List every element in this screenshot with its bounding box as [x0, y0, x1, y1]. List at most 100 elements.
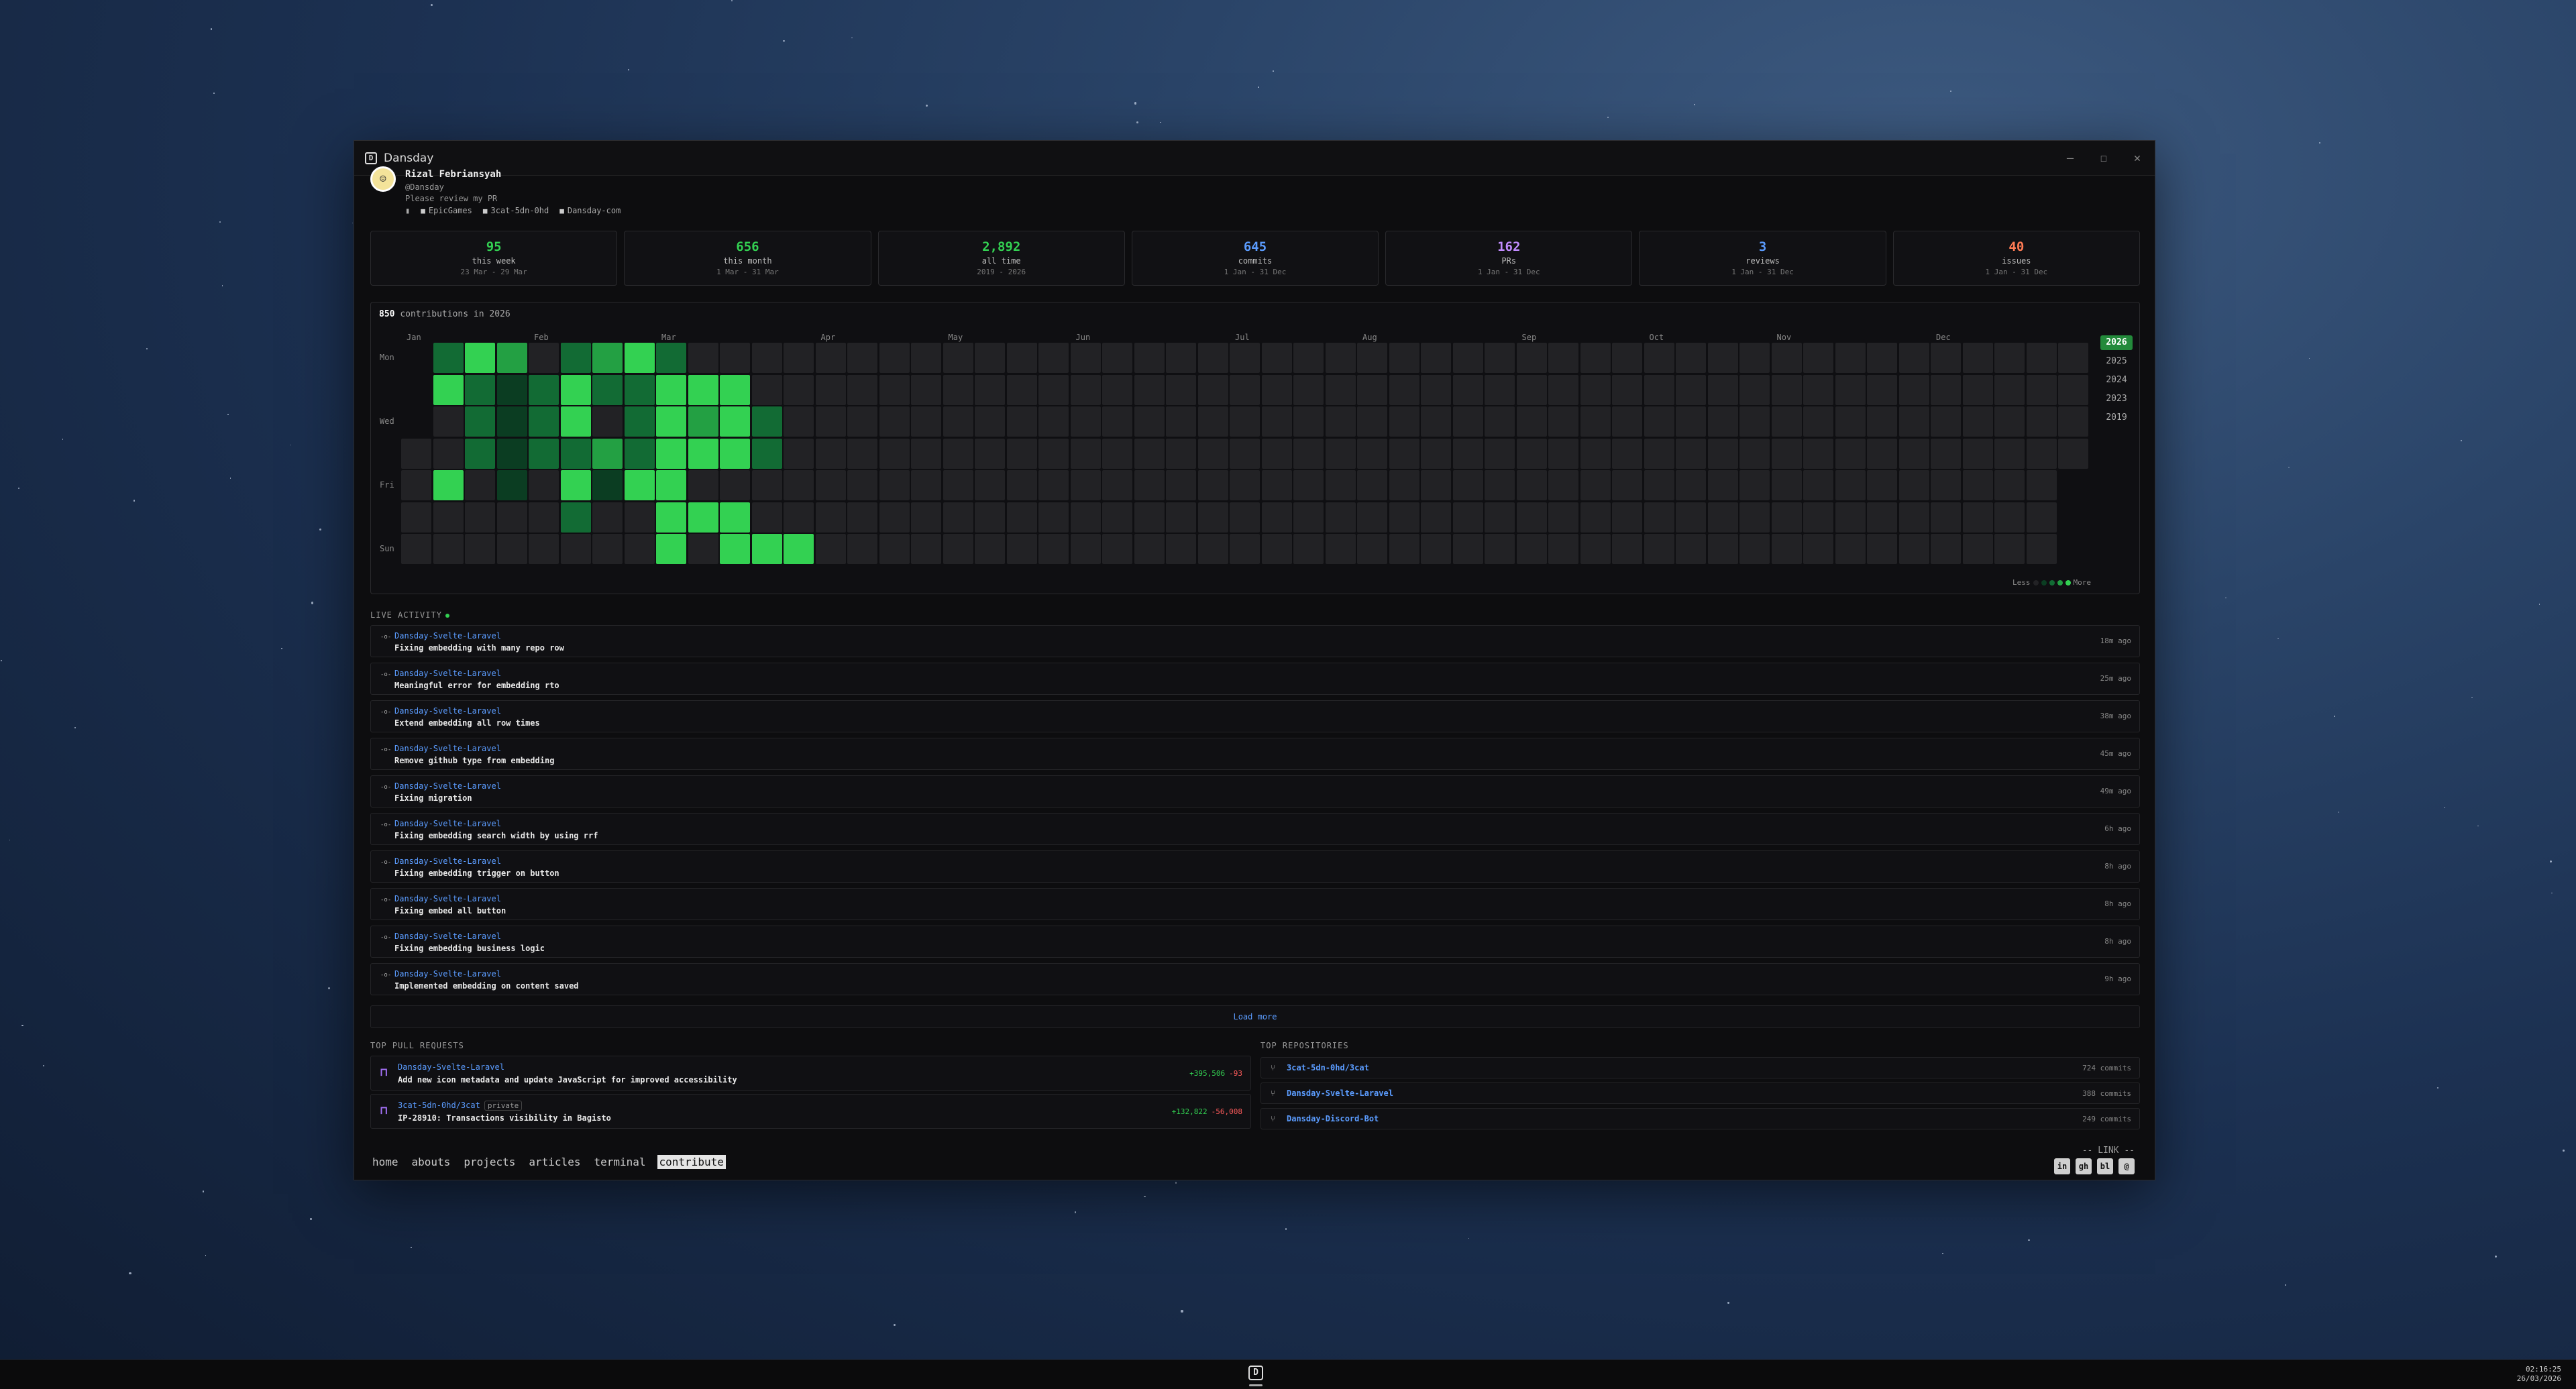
- heatmap-cell[interactable]: [1931, 374, 1961, 405]
- heatmap-cell[interactable]: [751, 406, 782, 437]
- heatmap-cell[interactable]: [1771, 438, 1802, 469]
- heatmap-cell[interactable]: [1166, 438, 1196, 469]
- activity-item[interactable]: -o- Dansday-Svelte-Laravel Fixing embeddin…: [370, 625, 2140, 657]
- heatmap-cell[interactable]: [1261, 374, 1292, 405]
- heatmap-cell[interactable]: [529, 374, 559, 405]
- repository-item[interactable]: ⑂ Dansday-Svelte-Laravel 388 commits: [1260, 1082, 2140, 1104]
- heatmap-cell[interactable]: [1134, 470, 1165, 500]
- heatmap-cell[interactable]: [1230, 502, 1260, 533]
- heatmap-cell[interactable]: [688, 438, 718, 469]
- heatmap-cell[interactable]: [1931, 534, 1961, 564]
- heatmap-cell[interactable]: [1102, 470, 1132, 500]
- heatmap-cell[interactable]: [1038, 343, 1069, 373]
- heatmap-cell[interactable]: [433, 470, 464, 500]
- heatmap-cell[interactable]: [1293, 406, 1324, 437]
- heatmap-cell[interactable]: [879, 343, 910, 373]
- heatmap-cell[interactable]: [1962, 406, 1993, 437]
- heatmap-cell[interactable]: [1676, 406, 1706, 437]
- heatmap-cell[interactable]: [1771, 406, 1802, 437]
- heatmap-cell[interactable]: [1230, 374, 1260, 405]
- heatmap-cell[interactable]: [1293, 438, 1324, 469]
- year-option-2025[interactable]: 2025: [2100, 354, 2133, 373]
- heatmap-cell[interactable]: [1134, 374, 1165, 405]
- blog-icon[interactable]: bl: [2097, 1158, 2113, 1174]
- heatmap-cell[interactable]: [1898, 343, 1929, 373]
- heatmap-cell[interactable]: [1707, 343, 1738, 373]
- activity-item[interactable]: -o- Dansday-Svelte-Laravel Implemented emb…: [370, 963, 2140, 995]
- github-icon[interactable]: gh: [2076, 1158, 2092, 1174]
- heatmap-cell[interactable]: [1676, 438, 1706, 469]
- heatmap-cell[interactable]: [1389, 438, 1419, 469]
- heatmap-cell[interactable]: [1230, 406, 1260, 437]
- heatmap-cell[interactable]: [496, 343, 527, 373]
- heatmap-cell[interactable]: [465, 534, 495, 564]
- heatmap-cell[interactable]: [624, 502, 655, 533]
- heatmap-cell[interactable]: [688, 343, 718, 373]
- heatmap-cell[interactable]: [656, 406, 686, 437]
- heatmap-cell[interactable]: [815, 406, 846, 437]
- heatmap-cell[interactable]: [465, 470, 495, 500]
- activity-repo-link[interactable]: Dansday-Svelte-Laravel: [394, 894, 501, 903]
- heatmap-cell[interactable]: [1230, 343, 1260, 373]
- heatmap-cell[interactable]: [560, 470, 591, 500]
- heatmap-cell[interactable]: [1835, 438, 1866, 469]
- heatmap-cell[interactable]: [401, 438, 431, 469]
- heatmap-cell[interactable]: [815, 534, 846, 564]
- heatmap-cell[interactable]: [1962, 438, 1993, 469]
- heatmap-cell[interactable]: [1230, 438, 1260, 469]
- heatmap-cell[interactable]: [1357, 470, 1387, 500]
- heatmap-cell[interactable]: [688, 502, 718, 533]
- heatmap-cell[interactable]: [1421, 438, 1451, 469]
- heatmap-cell[interactable]: [847, 438, 877, 469]
- heatmap-cell[interactable]: [1102, 534, 1132, 564]
- heatmap-cell[interactable]: [1006, 534, 1037, 564]
- heatmap-cell[interactable]: [1006, 502, 1037, 533]
- heatmap-cell[interactable]: [1707, 374, 1738, 405]
- heatmap-cell[interactable]: [720, 343, 750, 373]
- heatmap-cell[interactable]: [1803, 343, 1833, 373]
- heatmap-cell[interactable]: [1612, 470, 1642, 500]
- heatmap-cell[interactable]: [911, 374, 941, 405]
- heatmap-cell[interactable]: [1803, 438, 1833, 469]
- heatmap-cell[interactable]: [943, 534, 973, 564]
- heatmap-cell[interactable]: [2058, 374, 2088, 405]
- heatmap-cell[interactable]: [1676, 374, 1706, 405]
- heatmap-cell[interactable]: [1070, 374, 1101, 405]
- heatmap-cell[interactable]: [1516, 438, 1547, 469]
- heatmap-cell[interactable]: [688, 406, 718, 437]
- heatmap-cell[interactable]: [1994, 343, 2025, 373]
- heatmap-cell[interactable]: [1548, 470, 1578, 500]
- heatmap-cell[interactable]: [529, 502, 559, 533]
- heatmap-cell[interactable]: [1516, 502, 1547, 533]
- heatmap-cell[interactable]: [1644, 343, 1674, 373]
- heatmap-cell[interactable]: [751, 438, 782, 469]
- heatmap-cell[interactable]: [529, 438, 559, 469]
- heatmap-cell[interactable]: [1197, 438, 1228, 469]
- heatmap-cell[interactable]: [1357, 374, 1387, 405]
- heatmap-cell[interactable]: [911, 343, 941, 373]
- heatmap-cell[interactable]: [975, 534, 1005, 564]
- activity-repo-link[interactable]: Dansday-Svelte-Laravel: [394, 744, 501, 753]
- heatmap-cell[interactable]: [688, 470, 718, 500]
- activity-repo-link[interactable]: Dansday-Svelte-Laravel: [394, 819, 501, 828]
- heatmap-cell[interactable]: [496, 502, 527, 533]
- heatmap-cell[interactable]: [847, 502, 877, 533]
- heatmap-cell[interactable]: [879, 438, 910, 469]
- heatmap-cell[interactable]: [1197, 534, 1228, 564]
- activity-item[interactable]: -o- Dansday-Svelte-Laravel Extend embeddin…: [370, 700, 2140, 732]
- heatmap-cell[interactable]: [1739, 470, 1770, 500]
- heatmap-cell[interactable]: [1452, 343, 1483, 373]
- heatmap-cell[interactable]: [1580, 438, 1611, 469]
- heatmap-cell[interactable]: [1006, 470, 1037, 500]
- heatmap-cell[interactable]: [1038, 438, 1069, 469]
- heatmap-cell[interactable]: [1739, 374, 1770, 405]
- heatmap-cell[interactable]: [1261, 406, 1292, 437]
- heatmap-cell[interactable]: [975, 438, 1005, 469]
- heatmap-cell[interactable]: [1325, 534, 1356, 564]
- heatmap-cell[interactable]: [815, 502, 846, 533]
- heatmap-cell[interactable]: [815, 343, 846, 373]
- heatmap-cell[interactable]: [1548, 343, 1578, 373]
- pr-repo-link[interactable]: Dansday-Svelte-Laravel: [398, 1062, 504, 1072]
- heatmap-cell[interactable]: [847, 470, 877, 500]
- heatmap-cell[interactable]: [911, 470, 941, 500]
